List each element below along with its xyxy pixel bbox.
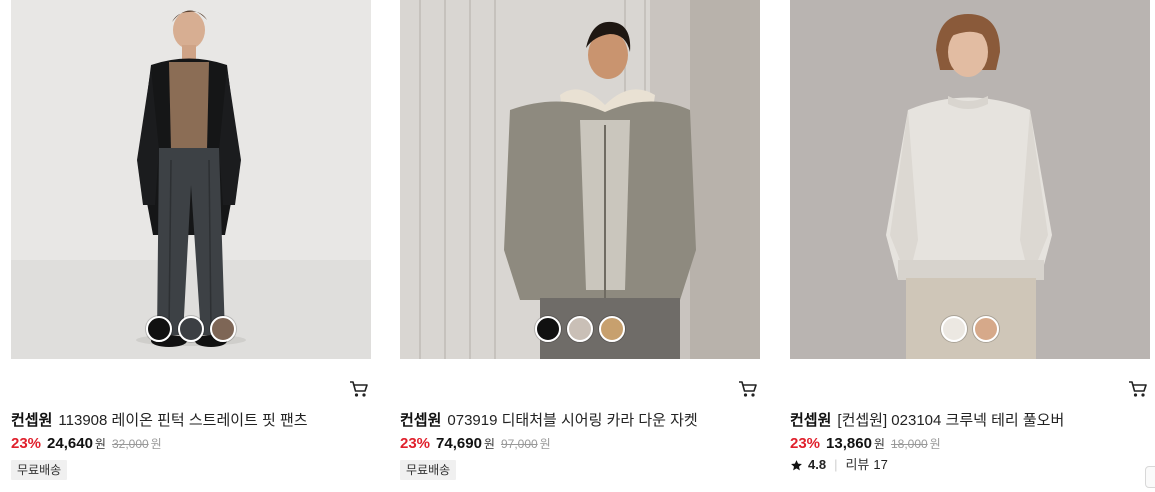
product-name: [컨셉원] 023104 크루넥 테리 풀오버 [837,412,1065,429]
cart-icon[interactable] [349,380,369,398]
free-shipping-badge: 무료배송 [11,460,68,480]
product-photo [400,0,760,359]
product-info: 컨셉원 [컨셉원] 023104 크루넥 테리 풀오버 23% 13,860 원 18,… [790,411,1150,474]
color-swatch[interactable] [973,316,999,342]
color-swatches [790,316,1150,344]
rating-value: 4.8 [808,457,827,472]
discount-rate: 23% [11,435,42,452]
color-swatches [400,316,760,344]
reviews-label[interactable]: 리뷰 [845,456,869,474]
sale-price: 13,860 [826,435,872,452]
color-swatches [11,316,371,344]
cart-icon[interactable] [738,380,758,398]
color-swatch[interactable] [210,316,236,342]
color-swatch[interactable] [146,316,172,342]
original-price-unit: 원 [929,437,941,451]
color-swatch[interactable] [178,316,204,342]
product-photo [11,0,371,359]
product-title[interactable]: 컨셉원 073919 디태처블 시어링 카라 다운 자켓 [400,411,760,431]
price-unit: 원 [483,437,495,451]
brand-name: 컨셉원 [11,412,53,429]
price-row: 23% 13,860 원 18,000 원 [790,435,1150,453]
rating-row: 4.8 | 리뷰 17 [790,456,1150,474]
star-icon [791,459,802,470]
product-image[interactable] [400,0,760,359]
original-price: 18,000 [890,437,928,451]
price-unit: 원 [873,437,885,451]
cart-icon[interactable] [1128,380,1148,398]
original-price: 97,000 [500,437,538,451]
original-price-unit: 원 [150,437,162,451]
discount-rate: 23% [790,435,821,452]
product-title[interactable]: 컨셉원 [컨셉원] 023104 크루넥 테리 풀오버 [790,411,1150,431]
product-card[interactable]: 컨셉원 073919 디태처블 시어링 카라 다운 자켓 23% 74,690 원 97… [400,0,760,492]
product-info: 컨셉원 113908 레이온 핀턱 스트레이트 핏 팬츠 23% 24,640 원 32… [11,411,371,482]
sale-price: 24,640 [47,435,93,452]
color-swatch[interactable] [535,316,561,342]
badge-row: 무료배송 [11,460,371,482]
price-unit: 원 [94,437,106,451]
product-card[interactable]: 컨셉원 [컨셉원] 023104 크루넥 테리 풀오버 23% 13,860 원 18,… [790,0,1150,492]
color-swatch[interactable] [567,316,593,342]
color-swatch[interactable] [599,316,625,342]
free-shipping-badge: 무료배송 [400,460,457,480]
badge-row: 무료배송 [400,460,760,482]
product-image[interactable] [11,0,371,359]
price-row: 23% 74,690 원 97,000 원 [400,435,760,453]
product-grid: 컨셉원 113908 레이온 핀턱 스트레이트 핏 팬츠 23% 24,640 원 32… [0,0,1155,492]
brand-name: 컨셉원 [400,412,442,429]
product-name: 073919 디태처블 시어링 카라 다운 자켓 [447,412,698,429]
product-card[interactable]: 컨셉원 113908 레이온 핀턱 스트레이트 핏 팬츠 23% 24,640 원 32… [11,0,371,492]
discount-rate: 23% [400,435,431,452]
original-price-unit: 원 [539,437,551,451]
product-title[interactable]: 컨셉원 113908 레이온 핀턱 스트레이트 핏 팬츠 [11,411,371,431]
product-info: 컨셉원 073919 디태처블 시어링 카라 다운 자켓 23% 74,690 원 97… [400,411,760,482]
product-image[interactable] [790,0,1150,359]
brand-name: 컨셉원 [790,412,832,429]
product-photo [790,0,1150,359]
divider: | [834,457,838,472]
reviews-count[interactable]: 17 [873,456,887,474]
sale-price: 74,690 [436,435,482,452]
original-price: 32,000 [111,437,149,451]
price-row: 23% 24,640 원 32,000 원 [11,435,371,453]
product-name: 113908 레이온 핀턱 스트레이트 핏 팬츠 [58,412,308,429]
scroll-edge-handle[interactable] [1145,466,1155,488]
color-swatch[interactable] [941,316,967,342]
